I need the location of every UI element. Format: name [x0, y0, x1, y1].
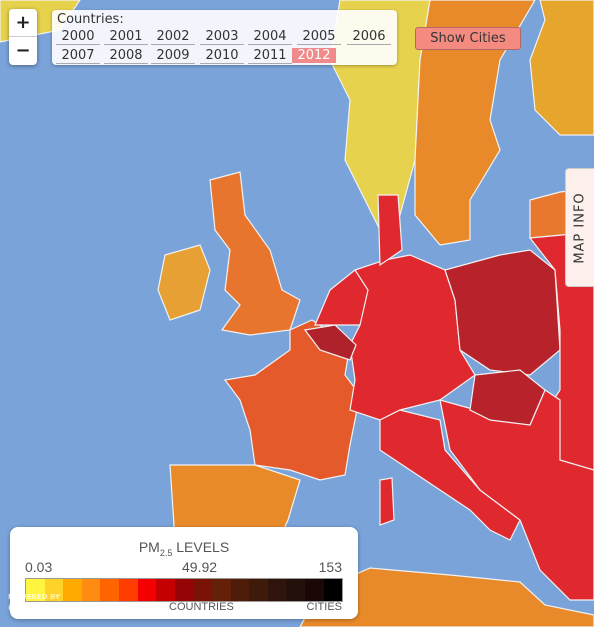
legend-title-main: PM	[138, 539, 160, 555]
legend-color-scale	[25, 578, 343, 602]
legend-swatch	[304, 579, 324, 601]
year-2011[interactable]: 2011	[248, 48, 292, 64]
legend-mid: 49.92	[182, 559, 218, 575]
zoom-out-button[interactable]: −	[9, 37, 37, 64]
legend-swatch	[118, 579, 138, 601]
legend-swatch	[137, 579, 157, 601]
map-info-label: MAP INFO	[572, 191, 588, 264]
legend-swatch	[249, 579, 268, 601]
year-2003[interactable]: 2003	[200, 29, 244, 45]
legend-countries-label: COUNTRIES	[169, 601, 234, 613]
legend-title: PM2.5 LEVELS	[10, 539, 358, 558]
show-cities-button[interactable]: Show Cities	[415, 27, 521, 50]
legend-swatch	[193, 579, 212, 601]
year-2012-selected[interactable]: 2012	[292, 48, 336, 63]
sardinia	[379, 477, 395, 526]
legend-swatch	[267, 579, 287, 601]
year-2010[interactable]: 2010	[200, 48, 244, 64]
legend-min: 0.03	[25, 559, 53, 575]
year-2005[interactable]: 2005	[297, 29, 341, 45]
year-2008[interactable]: 2008	[104, 48, 148, 64]
legend-title-sub: 2.5	[159, 547, 173, 558]
legend-swatch	[81, 579, 101, 601]
year-2004[interactable]: 2004	[248, 29, 292, 45]
legend-swatch	[100, 579, 119, 601]
legend-swatch	[230, 579, 250, 601]
year-2000[interactable]: 2000	[56, 29, 100, 45]
legend-swatch	[323, 579, 343, 601]
legend-swatch	[156, 579, 175, 601]
year-2007[interactable]: 2007	[56, 48, 100, 64]
year-2006[interactable]: 2006	[347, 29, 391, 45]
year-2009[interactable]: 2009	[151, 48, 195, 64]
map-info-tab[interactable]: MAP INFO	[565, 168, 594, 287]
year-selector: Countries: 2000 2001 2002 2003 2004 2005…	[52, 10, 397, 65]
legend-title-rest: LEVELS	[172, 539, 230, 555]
year-selector-title: Countries:	[57, 12, 124, 27]
legend-swatch	[211, 579, 231, 601]
legend-cities-label: CITIES	[306, 601, 342, 613]
legend-swatch	[174, 579, 194, 601]
zoom-in-button[interactable]: +	[9, 9, 37, 37]
year-2002[interactable]: 2002	[151, 29, 195, 45]
zoom-control: + −	[9, 9, 37, 65]
year-2001[interactable]: 2001	[104, 29, 148, 45]
legend-swatch	[286, 579, 305, 601]
cartodb-logo: POWERED BY CARTODB	[8, 593, 73, 615]
legend-max: 153	[318, 559, 342, 575]
